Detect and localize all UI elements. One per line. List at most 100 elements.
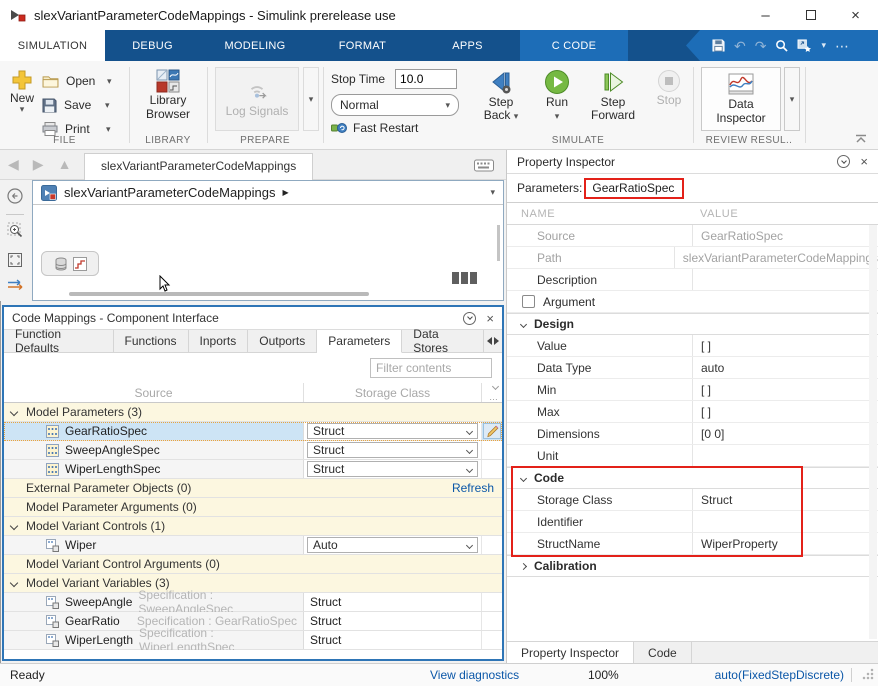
- horizontal-scrollbar[interactable]: [69, 292, 369, 296]
- tab-outports[interactable]: Outports: [248, 330, 317, 352]
- item-row-sweepangle[interactable]: SweepAngleSpecification : SweepAngleSpec…: [4, 593, 502, 612]
- checkbox[interactable]: [522, 295, 535, 308]
- expand-chevron-icon[interactable]: [10, 579, 18, 587]
- group-row-model-variant-control-arguments-0-[interactable]: Model Variant Control Arguments (0): [4, 555, 502, 574]
- search-icon[interactable]: [775, 39, 788, 52]
- log-signals-button[interactable]: Log Signals: [215, 67, 299, 131]
- library-browser-button[interactable]: Library Browser: [139, 69, 197, 121]
- save-button[interactable]: Save ▾: [42, 93, 124, 117]
- breadcrumb-model-name[interactable]: slexVariantParameterCodeMappings: [64, 185, 275, 200]
- data-store-icon[interactable]: [54, 257, 68, 271]
- simulation-mode-dropdown[interactable]: Normal ▾: [331, 94, 459, 116]
- section-design[interactable]: Design: [507, 313, 878, 335]
- minimize-button[interactable]: –: [743, 0, 788, 30]
- bottom-tab-code[interactable]: Code: [634, 642, 692, 663]
- open-button[interactable]: Open ▾: [42, 69, 124, 93]
- item-row-wiperlength[interactable]: WiperLengthSpecification : WiperLengthSp…: [4, 631, 502, 650]
- column-options[interactable]: …: [482, 383, 502, 402]
- review-gallery-caret[interactable]: ▾: [784, 67, 800, 131]
- model-canvas[interactable]: [33, 205, 503, 300]
- vertical-scrollbar[interactable]: [497, 225, 500, 261]
- resize-grip[interactable]: [862, 668, 874, 680]
- source-column-header[interactable]: Source: [4, 383, 304, 402]
- prepare-gallery-caret[interactable]: ▾: [303, 67, 319, 131]
- expand-chevron-icon[interactable]: [10, 408, 18, 416]
- property-value[interactable]: slexVariantParameterCodeMappings: [674, 247, 878, 268]
- item-row-sweepanglespec[interactable]: SweepAngleSpecStruct: [4, 441, 502, 460]
- item-row-gearratiospec[interactable]: GearRatioSpecStruct: [4, 422, 502, 441]
- keyboard-icon[interactable]: [474, 159, 494, 172]
- signal-table-icon[interactable]: [7, 278, 25, 291]
- property-value[interactable]: GearRatioSpec: [692, 225, 878, 246]
- refresh-link[interactable]: Refresh: [452, 481, 494, 495]
- property-value[interactable]: [692, 269, 878, 290]
- filter-contents-input[interactable]: [370, 358, 492, 378]
- breadcrumb-dropdown-icon[interactable]: ▾: [490, 188, 495, 197]
- document-tab[interactable]: slexVariantParameterCodeMappings: [84, 153, 313, 180]
- property-value[interactable]: WiperProperty: [692, 533, 878, 554]
- item-row-wiper[interactable]: WiperAuto: [4, 536, 502, 555]
- section-code[interactable]: Code: [507, 467, 878, 489]
- add-favorite-icon[interactable]: [797, 39, 812, 52]
- section-calibration[interactable]: Calibration: [507, 555, 878, 577]
- storage-class-dropdown[interactable]: Struct: [307, 423, 478, 439]
- new-button[interactable]: New ▾: [6, 69, 38, 114]
- group-row-model-variant-controls-1-[interactable]: Model Variant Controls (1): [4, 517, 502, 536]
- solver-link[interactable]: auto(FixedStepDiscrete): [715, 668, 844, 682]
- close-icon[interactable]: ×: [860, 155, 868, 168]
- tab-inports[interactable]: Inports: [189, 330, 249, 352]
- scroll-right-icon[interactable]: [494, 337, 499, 345]
- ribbon-tab-modeling[interactable]: MODELING: [200, 30, 310, 61]
- close-icon[interactable]: ×: [486, 312, 494, 325]
- property-value[interactable]: [692, 445, 878, 466]
- bottom-tab-property-inspector[interactable]: Property Inspector: [507, 641, 634, 663]
- chevron-down-icon[interactable]: ▾: [821, 41, 826, 50]
- save-icon[interactable]: [712, 39, 725, 52]
- more-options-icon[interactable]: ⋯: [835, 39, 849, 53]
- panel-menu-icon[interactable]: [837, 155, 850, 168]
- nav-back-icon[interactable]: ◀: [8, 156, 19, 173]
- data-inspector-button[interactable]: DataInspector: [701, 67, 781, 131]
- nav-forward-icon[interactable]: ▶: [33, 156, 44, 173]
- property-value[interactable]: auto: [692, 357, 878, 378]
- tab-functions[interactable]: Functions: [114, 330, 189, 352]
- stop-button[interactable]: Stop: [641, 67, 697, 122]
- redo-icon[interactable]: ↷: [755, 39, 767, 53]
- property-value[interactable]: [ ]: [692, 379, 878, 400]
- storage-class-dropdown[interactable]: Struct: [307, 442, 478, 458]
- maximize-button[interactable]: [788, 0, 833, 30]
- edit-pencil-button[interactable]: [483, 423, 501, 439]
- ribbon-tab-format[interactable]: FORMAT: [310, 30, 415, 61]
- fit-to-view-icon[interactable]: [7, 252, 23, 268]
- collapse-ribbon-button[interactable]: [854, 134, 868, 143]
- group-row-model-parameters-3-[interactable]: Model Parameters (3): [4, 403, 502, 422]
- tab-parameters[interactable]: Parameters: [317, 330, 402, 353]
- property-value[interactable]: [ ]: [692, 401, 878, 422]
- ribbon-tab-simulation[interactable]: SIMULATION: [0, 30, 105, 61]
- storage-class-dropdown[interactable]: Auto: [307, 537, 478, 553]
- view-diagnostics-link[interactable]: View diagnostics: [430, 668, 519, 682]
- fast-restart-toggle[interactable]: Fast Restart: [331, 121, 418, 135]
- hide-explorer-icon[interactable]: [7, 188, 23, 204]
- ribbon-tab-debug[interactable]: DEBUG: [105, 30, 200, 61]
- group-row-external-parameter-objects-0-[interactable]: External Parameter Objects (0)Refresh: [4, 479, 502, 498]
- nav-up-icon[interactable]: ▲: [58, 156, 72, 173]
- step-back-button[interactable]: StepBack ▾: [473, 67, 529, 122]
- close-button[interactable]: ×: [833, 0, 878, 30]
- storage-class-dropdown[interactable]: Struct: [307, 461, 478, 477]
- property-value[interactable]: Struct: [692, 489, 878, 510]
- property-value[interactable]: [692, 511, 878, 532]
- zoom-region-icon[interactable]: [7, 222, 25, 240]
- stairstep-signal-icon[interactable]: [73, 257, 87, 271]
- storage-class-column-header[interactable]: Storage Class: [304, 383, 482, 402]
- tab-data-stores[interactable]: Data Stores: [402, 330, 484, 352]
- run-button[interactable]: Run▾: [529, 67, 585, 122]
- item-row-wiperlengthspec[interactable]: WiperLengthSpecStruct: [4, 460, 502, 479]
- expand-chevron-icon[interactable]: [10, 522, 18, 530]
- model-data-badge[interactable]: [452, 272, 477, 284]
- scroll-left-icon[interactable]: [487, 337, 492, 345]
- step-forward-button[interactable]: StepForward: [585, 67, 641, 122]
- ribbon-tab-c-code[interactable]: C CODE: [520, 30, 628, 61]
- panel-menu-icon[interactable]: [463, 312, 476, 325]
- property-value[interactable]: [0 0]: [692, 423, 878, 444]
